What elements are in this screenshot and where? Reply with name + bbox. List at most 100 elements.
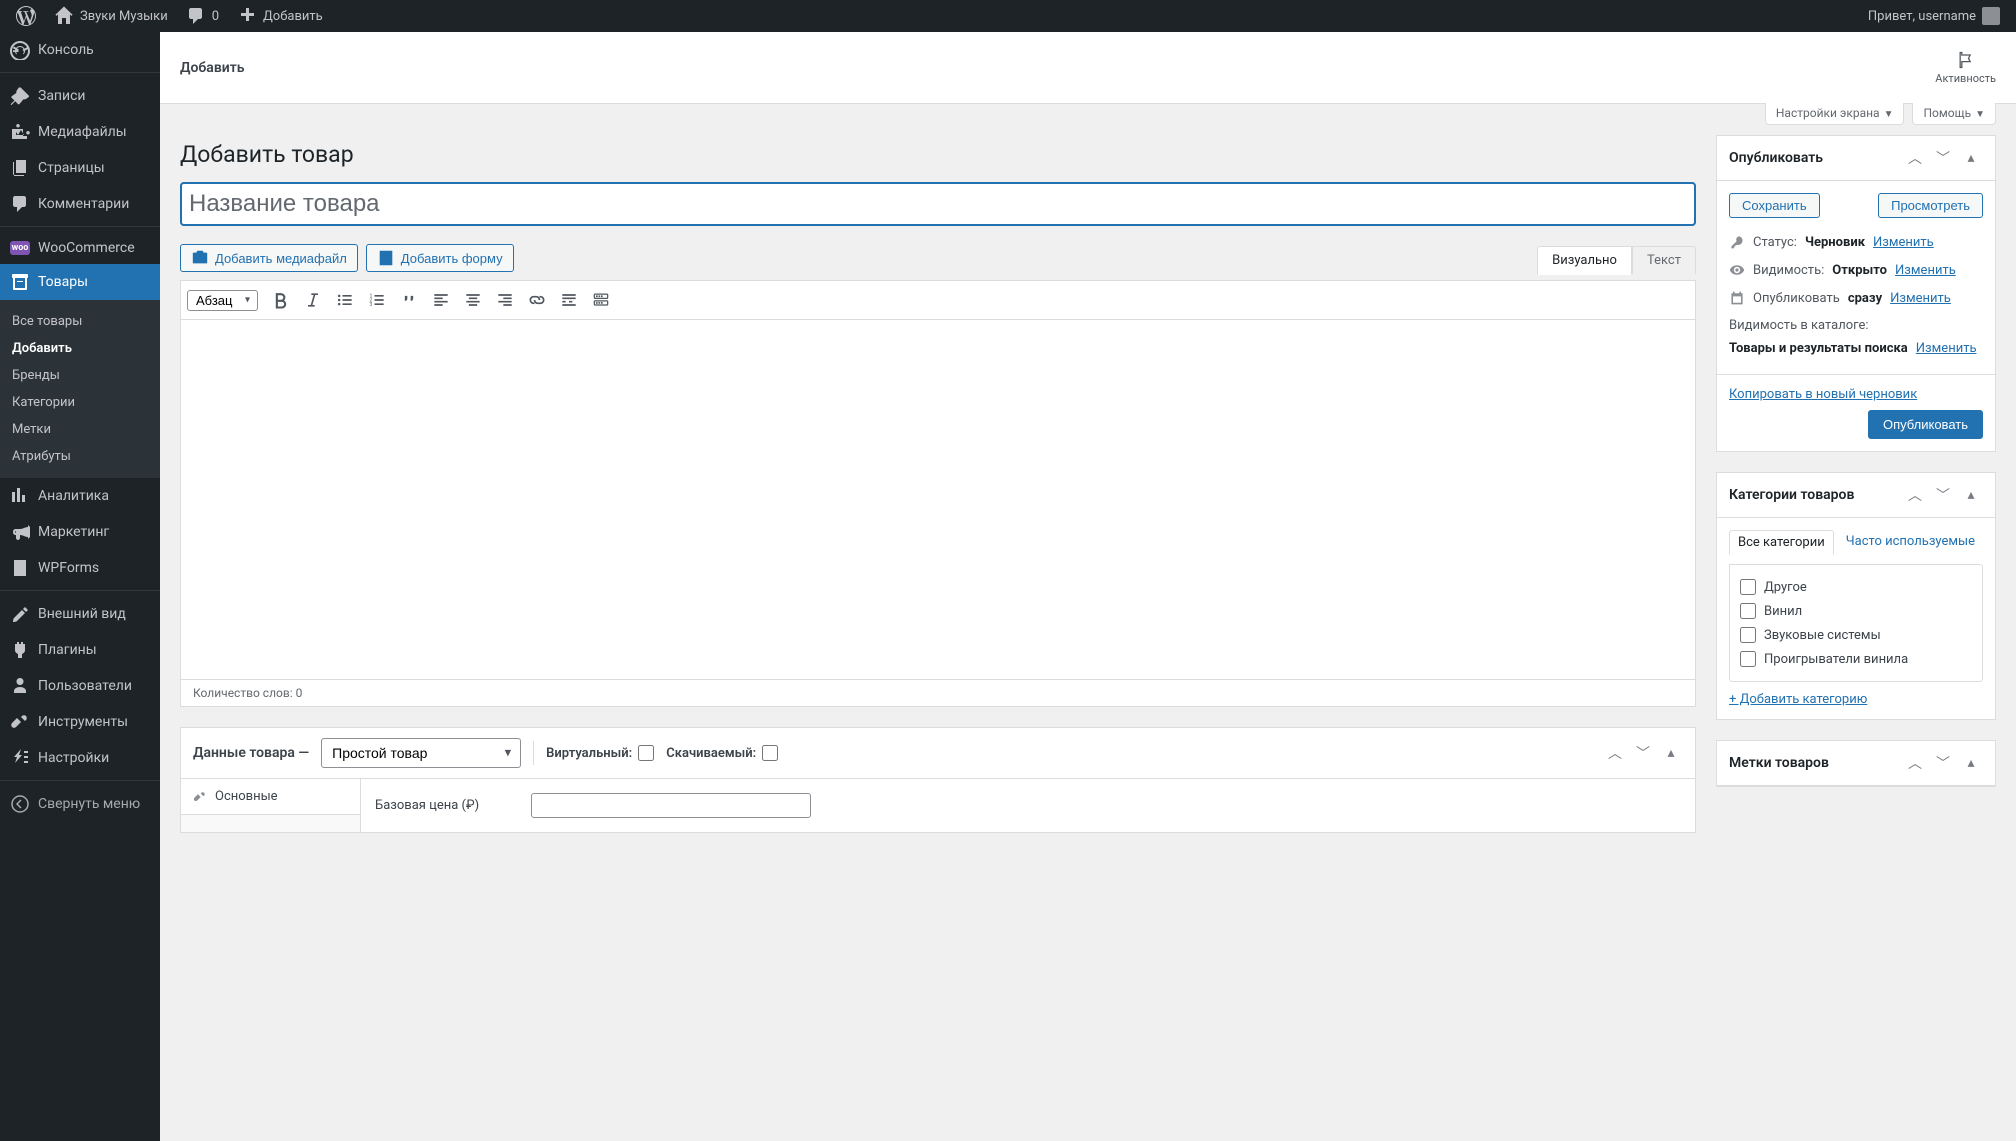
sidebar-item-marketing[interactable]: Маркетинг <box>0 514 160 550</box>
move-up-button[interactable]: ︿ <box>1903 483 1927 507</box>
submenu-tags[interactable]: Метки <box>0 416 160 443</box>
tab-popular-categories[interactable]: Часто используемые <box>1846 530 1975 554</box>
base-price-input[interactable] <box>531 793 811 818</box>
toggle-button[interactable]: ▴ <box>1959 146 1983 170</box>
toggle-button[interactable]: ▴ <box>1959 751 1983 775</box>
move-up-button[interactable]: ︿ <box>1903 751 1927 775</box>
numbered-list-button[interactable]: 123 <box>362 285 392 315</box>
downloadable-checkbox[interactable] <box>762 745 778 761</box>
category-checkbox[interactable] <box>1740 627 1756 643</box>
move-down-button[interactable]: ﹀ <box>1931 751 1955 775</box>
sidebar-item-wpforms[interactable]: WPForms <box>0 550 160 586</box>
category-item[interactable]: Звуковые системы <box>1740 623 1972 647</box>
virtual-checkbox-label[interactable]: Виртуальный: <box>546 745 654 761</box>
align-left-button[interactable] <box>426 285 456 315</box>
plus-icon <box>237 6 257 26</box>
align-center-button[interactable] <box>458 285 488 315</box>
copy-to-draft-link[interactable]: Копировать в новый черновик <box>1729 387 1917 402</box>
submenu-attributes[interactable]: Атрибуты <box>0 443 160 470</box>
bullet-list-button[interactable] <box>330 285 360 315</box>
site-home-link[interactable]: Звуки Музыки <box>46 0 176 32</box>
downloadable-checkbox-label[interactable]: Скачиваемый: <box>666 745 778 761</box>
category-item[interactable]: Проигрыватели винила <box>1740 647 1972 671</box>
sidebar-item-appearance[interactable]: Внешний вид <box>0 596 160 632</box>
edit-catalog-link[interactable]: Изменить <box>1916 341 1977 356</box>
align-right-button[interactable] <box>490 285 520 315</box>
product-data-title: Данные товара — <box>193 745 309 761</box>
tab-visual[interactable]: Визуально <box>1537 246 1632 275</box>
move-up-button[interactable]: ︿ <box>1903 146 1927 170</box>
submenu-add-product[interactable]: Добавить <box>0 335 160 362</box>
product-data-box: Данные товара — Простой товар Виртуальны… <box>180 727 1696 833</box>
sidebar-item-users[interactable]: Пользователи <box>0 668 160 704</box>
add-form-button[interactable]: Добавить форму <box>366 244 514 272</box>
blockquote-button[interactable] <box>394 285 424 315</box>
toggle-button[interactable]: ▴ <box>1659 741 1683 765</box>
category-checkbox[interactable] <box>1740 651 1756 667</box>
comments-link[interactable]: 0 <box>178 0 227 32</box>
sidebar-item-settings[interactable]: Настройки <box>0 740 160 776</box>
toolbar-toggle-button[interactable] <box>586 285 616 315</box>
calendar-icon <box>1729 290 1745 306</box>
sidebar-item-pages[interactable]: Страницы <box>0 150 160 186</box>
collapse-menu[interactable]: Свернуть меню <box>0 786 160 822</box>
dashboard-icon <box>10 40 30 60</box>
link-button[interactable] <box>522 285 552 315</box>
comment-icon <box>186 6 206 26</box>
category-item[interactable]: Другое <box>1740 575 1972 599</box>
category-item[interactable]: Винил <box>1740 599 1972 623</box>
add-new-link[interactable]: Добавить <box>229 0 331 32</box>
tab-all-categories[interactable]: Все категории <box>1729 530 1834 555</box>
category-checkbox[interactable] <box>1740 603 1756 619</box>
activity-button[interactable]: Активность <box>1935 50 1996 85</box>
format-select[interactable]: Абзац <box>187 290 258 311</box>
sidebar-item-tools[interactable]: Инструменты <box>0 704 160 740</box>
caret-down-icon: ▼ <box>1884 109 1894 120</box>
edit-visibility-link[interactable]: Изменить <box>1895 263 1956 278</box>
analytics-icon <box>10 486 30 506</box>
save-draft-button[interactable]: Сохранить <box>1729 193 1820 218</box>
sidebar-item-comments[interactable]: Комментарии <box>0 186 160 222</box>
submenu-categories[interactable]: Категории <box>0 389 160 416</box>
screen-options-toggle[interactable]: Настройки экрана▼ <box>1765 103 1905 125</box>
read-more-button[interactable] <box>554 285 584 315</box>
submenu-all-products[interactable]: Все товары <box>0 308 160 335</box>
sidebar-item-posts[interactable]: Записи <box>0 78 160 114</box>
move-down-button[interactable]: ﹀ <box>1631 741 1655 765</box>
move-down-button[interactable]: ﹀ <box>1931 146 1955 170</box>
settings-icon <box>10 748 30 768</box>
product-tab-general[interactable]: Основные <box>181 779 360 815</box>
content-area: Добавить Активность Настройки экрана▼ По… <box>160 32 2016 1141</box>
product-title-input[interactable] <box>180 182 1696 226</box>
sidebar-item-woocommerce[interactable]: woo WooCommerce <box>0 232 160 264</box>
sidebar-item-analytics[interactable]: Аналитика <box>0 478 160 514</box>
sidebar-item-products[interactable]: Товары <box>0 264 160 300</box>
add-media-button[interactable]: Добавить медиафайл <box>180 244 358 272</box>
edit-date-link[interactable]: Изменить <box>1890 291 1951 306</box>
bold-button[interactable] <box>266 285 296 315</box>
tab-text[interactable]: Текст <box>1632 246 1696 274</box>
sidebar-item-dashboard[interactable]: Консоль <box>0 32 160 68</box>
product-type-select[interactable]: Простой товар <box>321 738 521 768</box>
account-link[interactable]: Привет, username <box>1860 0 2008 32</box>
edit-status-link[interactable]: Изменить <box>1873 235 1934 250</box>
category-checkbox[interactable] <box>1740 579 1756 595</box>
editor-body[interactable] <box>180 320 1696 680</box>
preview-button[interactable]: Просмотреть <box>1878 193 1983 218</box>
pin-icon <box>10 86 30 106</box>
submenu-brands[interactable]: Бренды <box>0 362 160 389</box>
publish-button[interactable]: Опубликовать <box>1868 410 1983 439</box>
separator <box>0 586 160 591</box>
toggle-button[interactable]: ▴ <box>1959 483 1983 507</box>
move-up-button[interactable]: ︿ <box>1603 741 1627 765</box>
add-category-link[interactable]: + Добавить категорию <box>1729 692 1867 707</box>
megaphone-icon <box>10 522 30 542</box>
wordpress-logo[interactable] <box>8 0 44 32</box>
help-toggle[interactable]: Помощь▼ <box>1912 103 1996 125</box>
italic-button[interactable] <box>298 285 328 315</box>
sidebar-item-plugins[interactable]: Плагины <box>0 632 160 668</box>
move-down-button[interactable]: ﹀ <box>1931 483 1955 507</box>
sidebar-item-media[interactable]: Медиафайлы <box>0 114 160 150</box>
virtual-checkbox[interactable] <box>638 745 654 761</box>
editor-tabs: Визуально Текст <box>1537 246 1696 274</box>
